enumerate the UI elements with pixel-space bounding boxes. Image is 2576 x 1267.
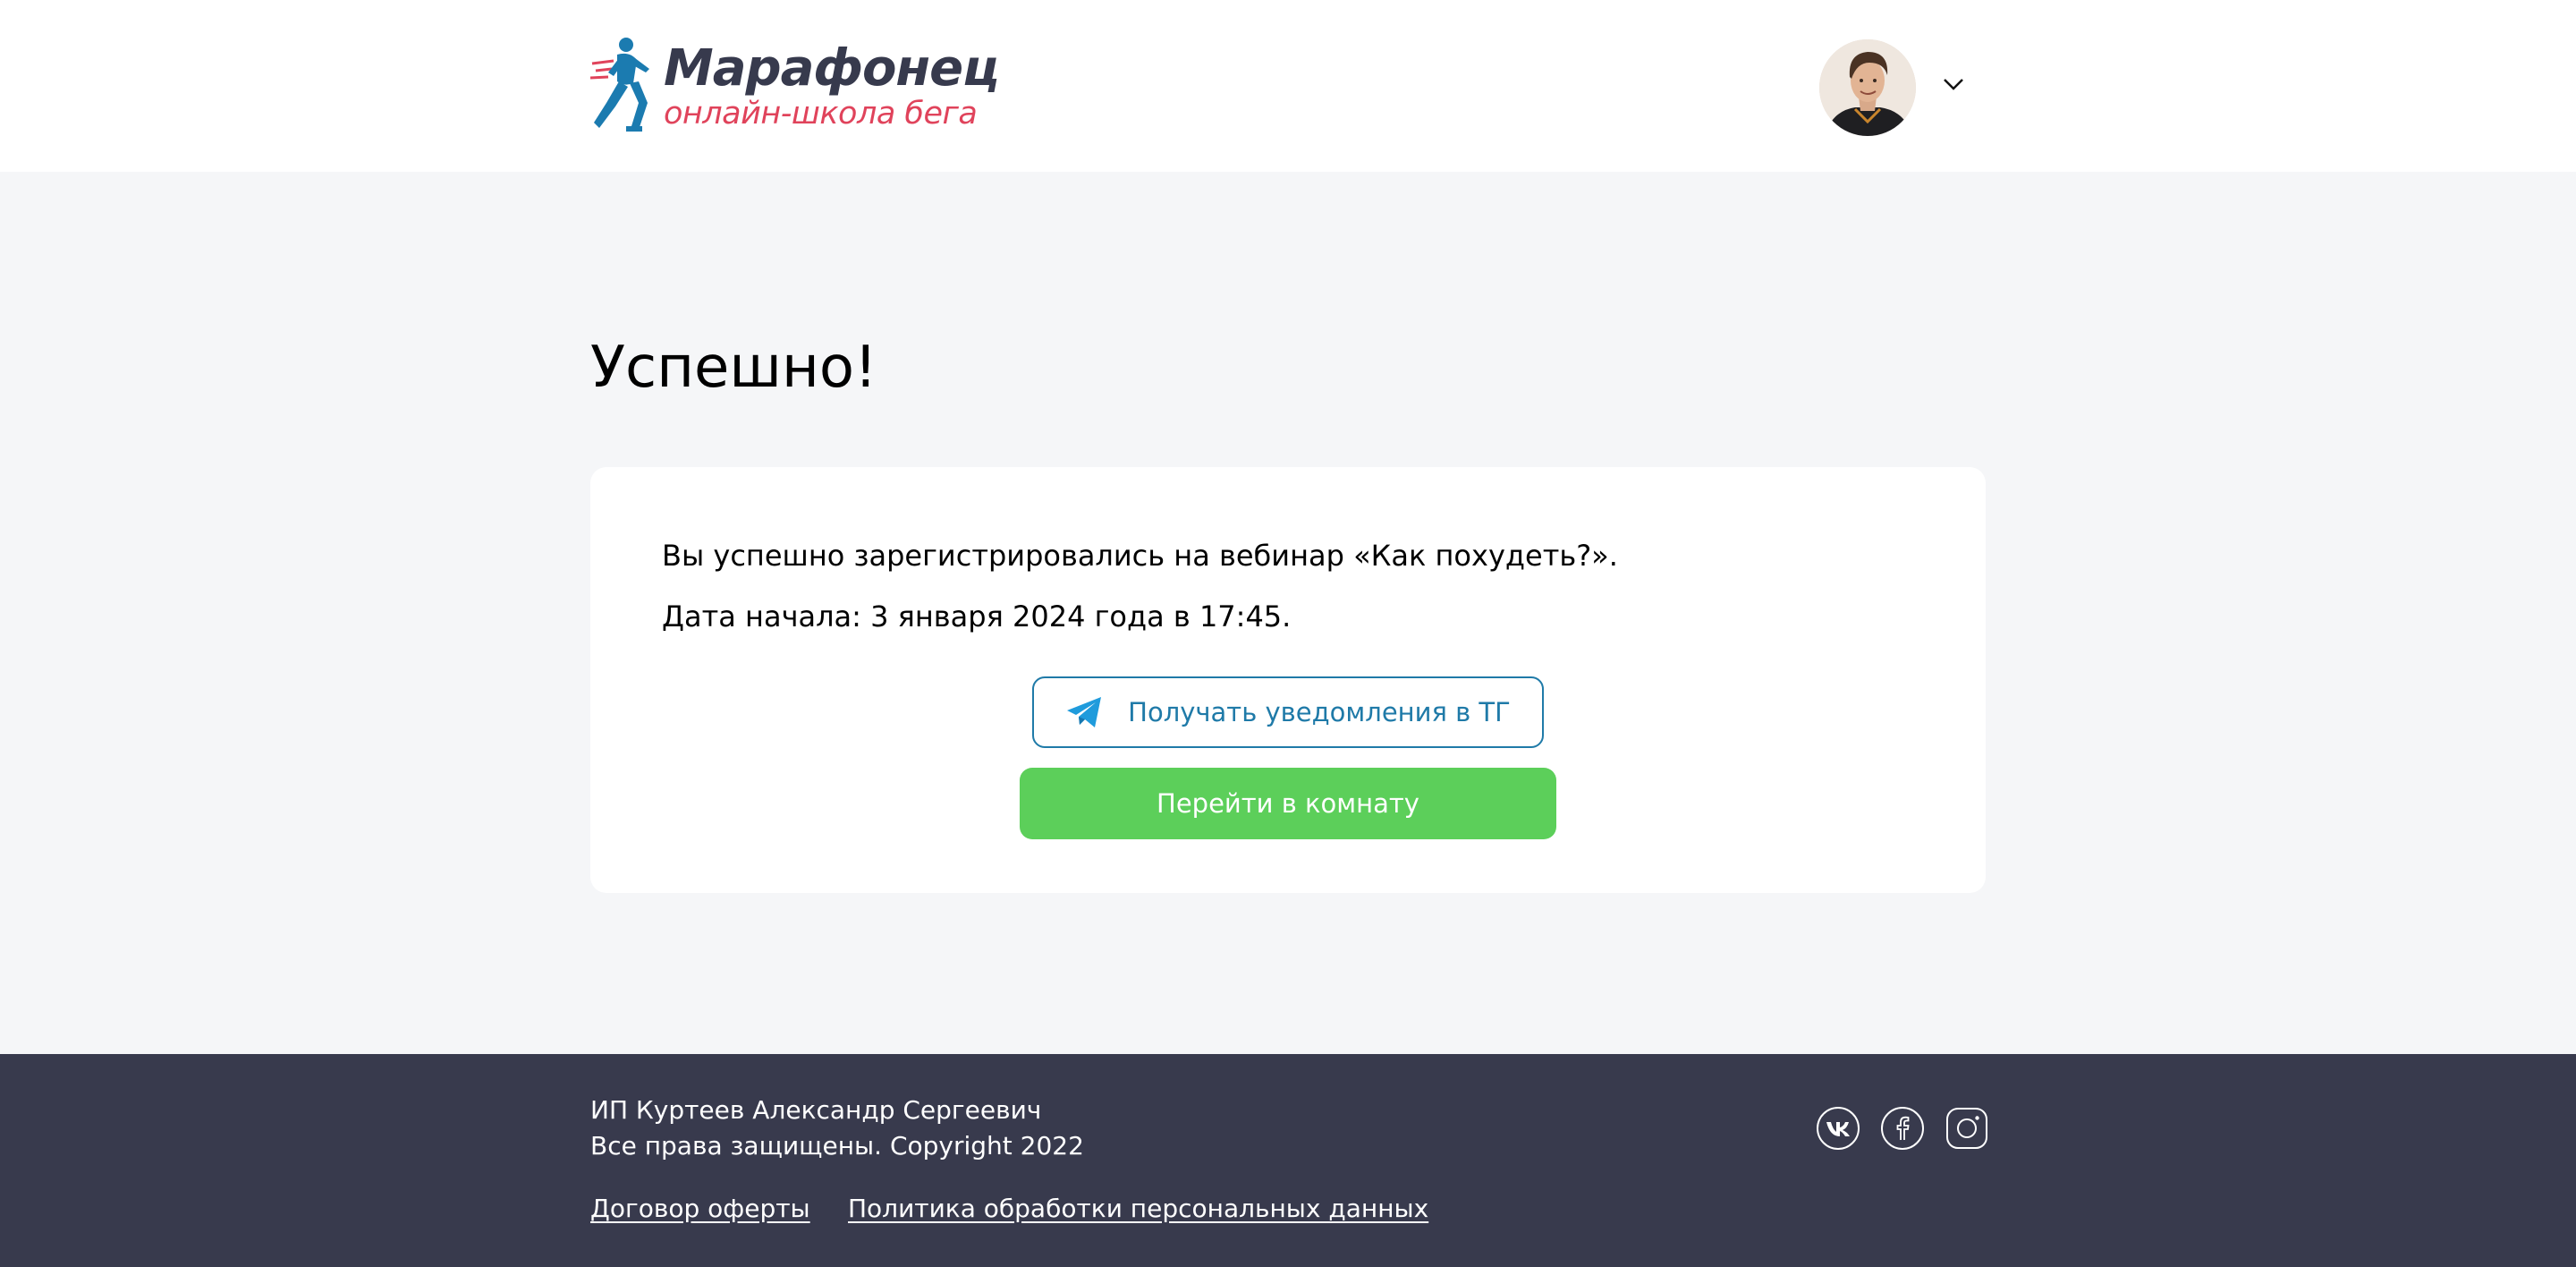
start-date-text: Дата начала: 3 января 2024 года в 17:45. [662, 599, 1292, 634]
room-button-label: Перейти в комнату [1157, 788, 1419, 819]
vk-icon[interactable] [1816, 1106, 1860, 1151]
runner-logo-icon [590, 38, 649, 132]
site-logo[interactable]: Марафонец онлайн-школа бега [590, 34, 1000, 140]
instagram-icon[interactable] [1945, 1106, 1989, 1151]
registration-message: Вы успешно зарегистрировались на вебинар… [662, 539, 1618, 573]
telegram-icon [1067, 697, 1102, 727]
chevron-down-icon[interactable] [1939, 73, 1968, 95]
registration-card: Вы успешно зарегистрировались на вебинар… [590, 467, 1986, 893]
logo-subtitle: онлайн-школа бега [664, 96, 978, 132]
footer-owner: ИП Куртеев Александр Сергеевич [590, 1095, 1042, 1125]
site-footer: ИП Куртеев Александр Сергеевич Все права… [0, 1054, 2576, 1267]
telegram-button-label: Получать уведомления в ТГ [1128, 697, 1511, 727]
offer-agreement-link[interactable]: Договор оферты [590, 1194, 810, 1223]
logo-text: Марафонец онлайн-школа бега [664, 39, 1000, 132]
telegram-notifications-button[interactable]: Получать уведомления в ТГ [1032, 676, 1544, 748]
page-title: Успешно! [590, 335, 877, 401]
go-to-room-button[interactable]: Перейти в комнату [1020, 768, 1556, 839]
user-avatar-image [1819, 39, 1916, 136]
privacy-policy-link[interactable]: Политика обработки персональных данных [848, 1194, 1428, 1223]
facebook-icon[interactable] [1880, 1106, 1925, 1151]
logo-title: Марафонец [664, 39, 1000, 98]
footer-copyright: Все права защищены. Copyright 2022 [590, 1131, 1084, 1161]
user-avatar[interactable] [1819, 39, 1916, 136]
site-header: Марафонец онлайн-школа бега [0, 0, 2576, 172]
